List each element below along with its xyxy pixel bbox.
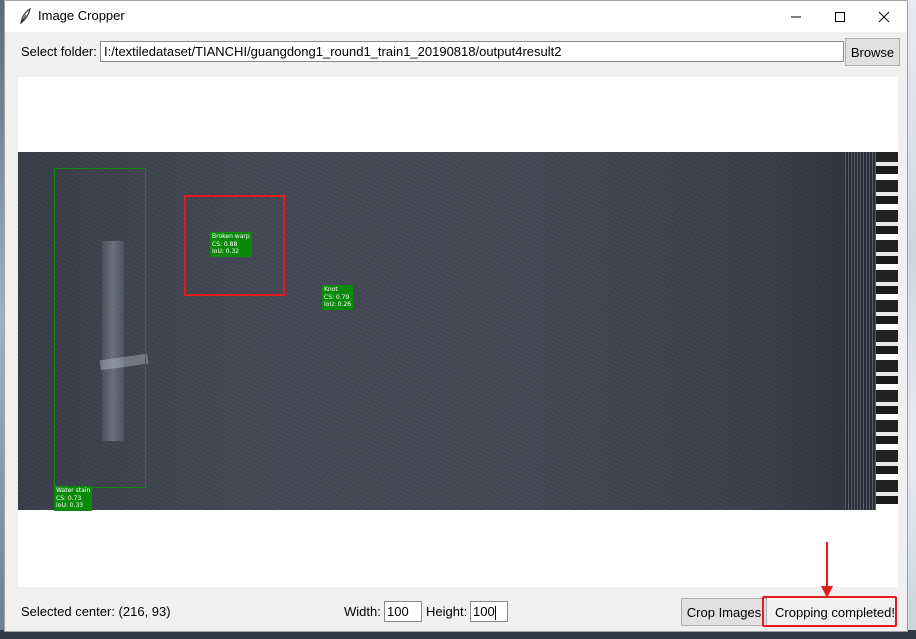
select-folder-label: Select folder: xyxy=(21,44,97,59)
annotation-highlight-box xyxy=(762,596,897,627)
detection-cs: CS: 0.79 xyxy=(324,293,350,301)
minimize-button[interactable] xyxy=(773,1,819,32)
detection-iou: IoU: 0.26 xyxy=(324,301,352,308)
fabric-selvage xyxy=(876,152,898,510)
height-value: 100 xyxy=(473,604,495,619)
annotation-arrow-line xyxy=(826,542,828,587)
detection-label-water-stain: Water stain CS: 0.73 IoU: 0.33 xyxy=(54,486,93,511)
detection-cs: CS: 0.73 xyxy=(56,494,82,502)
minimize-icon xyxy=(791,16,801,17)
selected-center-text: Selected center: (216, 93) xyxy=(21,604,171,619)
image-cropper-window: Image Cropper Select folder: I:/textiled… xyxy=(4,0,908,632)
width-label: Width: xyxy=(344,604,381,619)
height-input[interactable]: 100 xyxy=(470,601,508,622)
height-label: Height: xyxy=(426,604,468,619)
detection-label-broken-warp: Broken warp CS: 0.88 IoU: 0.32 xyxy=(210,232,252,257)
crop-images-button[interactable]: Crop Images xyxy=(681,598,767,626)
feather-icon xyxy=(20,8,31,24)
detection-name: Water stain xyxy=(56,487,91,494)
title-bar[interactable]: Image Cropper xyxy=(5,1,907,32)
image-canvas[interactable]: Water stain CS: 0.73 IoU: 0.33 Broken wa… xyxy=(18,77,898,587)
text-cursor xyxy=(494,605,496,620)
detection-box-water-stain xyxy=(54,168,146,488)
close-button[interactable] xyxy=(861,1,907,32)
fabric-edge xyxy=(845,152,878,510)
close-icon xyxy=(878,11,890,22)
maximize-icon xyxy=(835,11,845,22)
maximize-button[interactable] xyxy=(817,1,863,32)
detection-iou: IoU: 0.32 xyxy=(212,248,240,255)
browse-button[interactable]: Browse xyxy=(845,38,900,66)
detection-cs: CS: 0.88 xyxy=(212,240,238,248)
folder-path-input[interactable]: I:/textiledataset/TIANCHI/guangdong1_rou… xyxy=(100,41,844,62)
detection-label-knot: Knot CS: 0.79 IoU: 0.26 xyxy=(322,285,354,310)
window-title: Image Cropper xyxy=(38,8,125,23)
detection-iou: IoU: 0.33 xyxy=(56,502,84,509)
width-input[interactable]: 100 xyxy=(384,601,422,622)
detection-name: Broken warp xyxy=(212,233,250,240)
fabric-image xyxy=(18,152,878,510)
detection-name: Knot xyxy=(324,286,338,293)
